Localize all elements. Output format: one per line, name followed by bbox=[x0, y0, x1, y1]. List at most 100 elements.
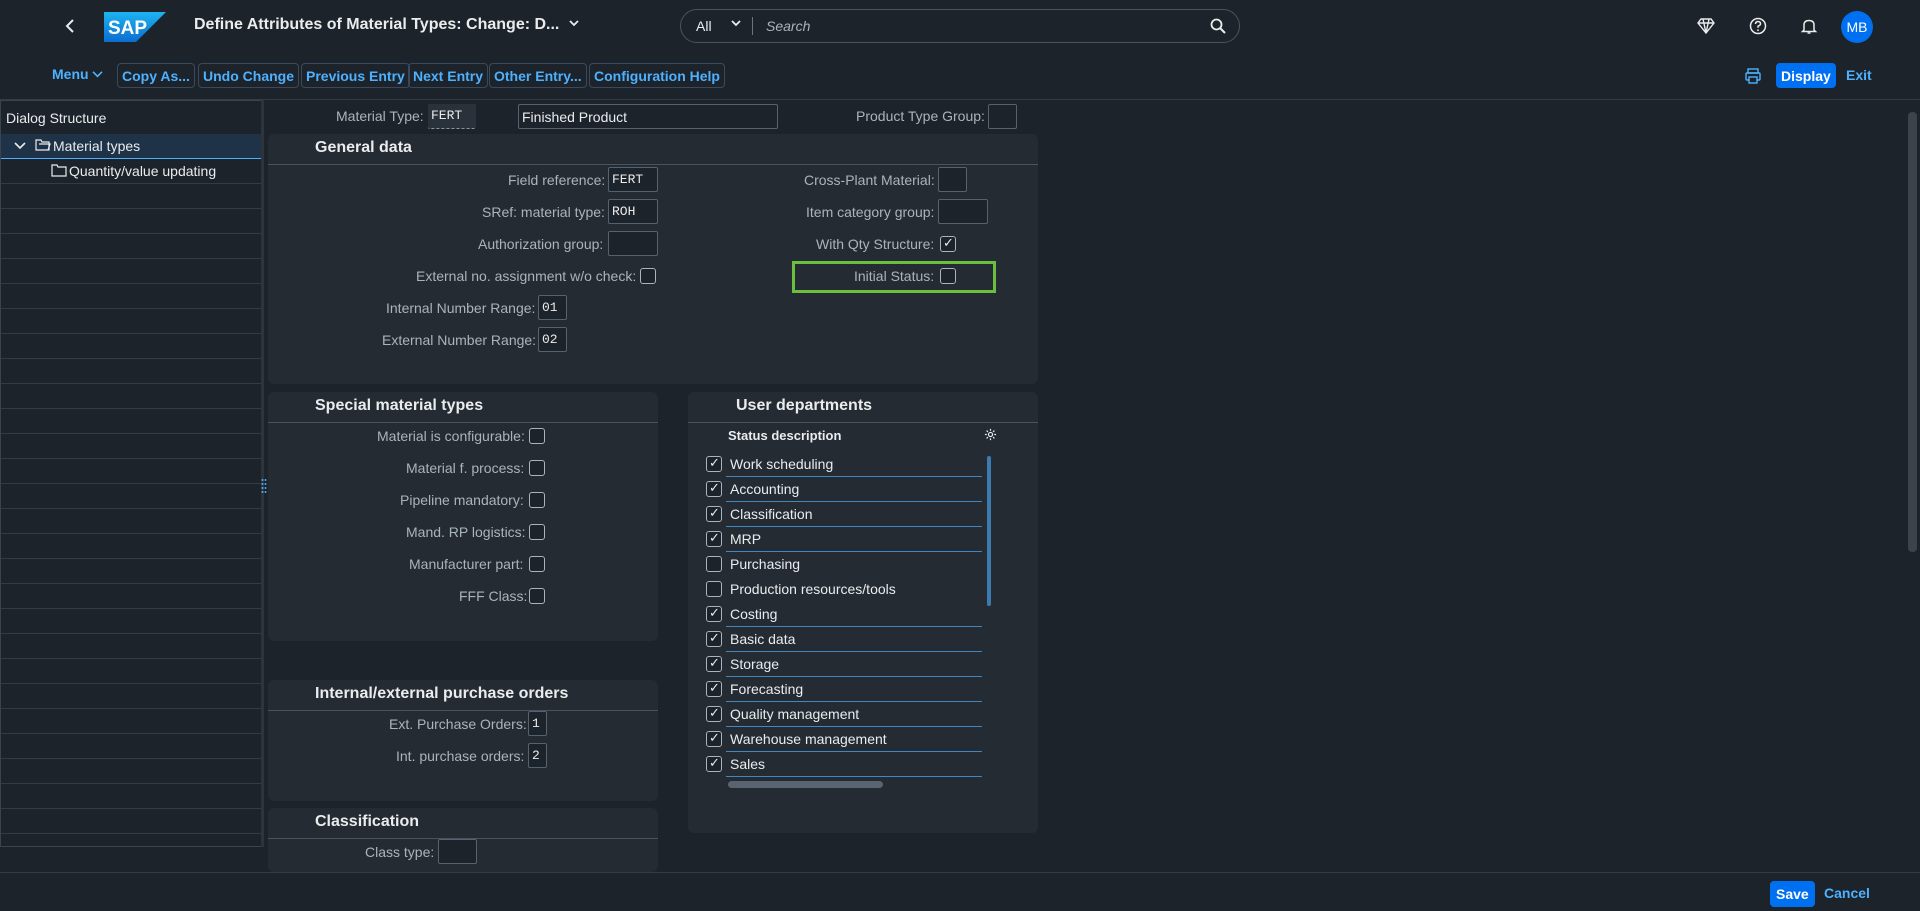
tree-empty-row bbox=[1, 284, 261, 309]
manufacturer-part-checkbox[interactable] bbox=[529, 556, 545, 572]
row-label: Basic data bbox=[730, 631, 796, 647]
internal-number-range-field[interactable]: 01 bbox=[538, 295, 567, 320]
table-row[interactable]: Forecasting bbox=[698, 677, 988, 702]
tree-item-material-types[interactable]: Material types bbox=[1, 134, 261, 159]
bell-icon[interactable] bbox=[1798, 15, 1820, 37]
table-row[interactable]: MRP bbox=[698, 527, 988, 552]
chevron-down-icon[interactable] bbox=[13, 139, 27, 155]
table-horizontal-scrollbar[interactable] bbox=[728, 781, 883, 788]
material-f-process-checkbox[interactable] bbox=[529, 460, 545, 476]
row-label: Forecasting bbox=[730, 681, 804, 697]
search-scope[interactable]: All bbox=[696, 18, 712, 34]
copy-as-button[interactable]: Copy As... bbox=[117, 63, 195, 88]
table-row[interactable]: Purchasing bbox=[698, 552, 988, 577]
chevron-down-icon[interactable] bbox=[730, 17, 742, 32]
other-entry-button[interactable]: Other Entry... bbox=[489, 63, 587, 88]
material-type-description-field[interactable]: Finished Product bbox=[518, 104, 778, 129]
print-icon[interactable] bbox=[1744, 67, 1762, 85]
diamond-icon[interactable] bbox=[1695, 15, 1717, 37]
cross-plant-material-field[interactable] bbox=[938, 167, 967, 192]
search-field[interactable]: All Search bbox=[680, 9, 1240, 43]
table-row[interactable]: Quality management bbox=[698, 702, 988, 727]
row-checkbox[interactable] bbox=[706, 581, 722, 597]
external-no-assignment-checkbox[interactable] bbox=[640, 268, 656, 284]
manufacturer-part-label: Manufacturer part: bbox=[409, 556, 524, 572]
row-checkbox[interactable] bbox=[706, 605, 722, 622]
external-number-range-label: External Number Range: bbox=[382, 332, 537, 348]
table-row[interactable]: Sales bbox=[698, 752, 988, 777]
row-checkbox[interactable] bbox=[706, 755, 722, 772]
search-input[interactable]: Search bbox=[766, 18, 810, 34]
panel-title: User departments bbox=[736, 397, 873, 414]
next-entry-button[interactable]: Next Entry bbox=[408, 63, 489, 88]
app-title[interactable]: Define Attributes of Material Types: Cha… bbox=[194, 16, 559, 34]
row-checkbox[interactable] bbox=[706, 680, 722, 697]
row-checkbox[interactable] bbox=[706, 630, 722, 647]
row-label: MRP bbox=[730, 531, 762, 547]
fff-class-checkbox[interactable] bbox=[529, 588, 545, 604]
row-checkbox[interactable] bbox=[706, 556, 722, 572]
tree-item-label: Material types bbox=[53, 138, 141, 154]
row-checkbox[interactable] bbox=[706, 655, 722, 672]
row-checkbox[interactable] bbox=[706, 505, 722, 522]
save-button[interactable]: Save bbox=[1770, 881, 1815, 907]
with-qty-structure-checkbox[interactable] bbox=[940, 235, 956, 252]
table-vertical-scrollbar[interactable] bbox=[987, 456, 991, 606]
tree-item-quantity-value-updating[interactable]: Quantity/value updating bbox=[1, 159, 261, 184]
exit-button[interactable]: Exit bbox=[1846, 67, 1872, 83]
settings-icon[interactable] bbox=[984, 428, 997, 444]
row-checkbox[interactable] bbox=[706, 455, 722, 472]
material-configurable-checkbox[interactable] bbox=[529, 428, 545, 444]
help-icon[interactable] bbox=[1747, 15, 1769, 37]
table-row[interactable]: Accounting bbox=[698, 477, 988, 502]
row-checkbox[interactable] bbox=[706, 480, 722, 497]
external-no-assignment-label: External no. assignment w/o check: bbox=[416, 268, 637, 284]
table-row[interactable]: Costing bbox=[698, 602, 988, 627]
avatar[interactable]: MB bbox=[1841, 11, 1873, 43]
row-checkbox[interactable] bbox=[706, 530, 722, 547]
configuration-help-button[interactable]: Configuration Help bbox=[589, 63, 725, 88]
table-row[interactable]: Production resources/tools bbox=[698, 577, 988, 602]
tree-empty-row bbox=[1, 759, 261, 784]
panel-title: General data bbox=[315, 139, 412, 156]
external-number-range-field[interactable]: 02 bbox=[538, 327, 567, 352]
product-type-group-label: Product Type Group: bbox=[856, 108, 985, 124]
folder-open-icon bbox=[35, 138, 51, 155]
back-icon[interactable] bbox=[58, 14, 82, 38]
menu-button[interactable]: Menu bbox=[52, 66, 104, 82]
sref-material-type-field[interactable]: ROH bbox=[608, 199, 658, 224]
page-scrollbar-thumb[interactable] bbox=[1908, 112, 1917, 552]
class-type-field[interactable] bbox=[438, 839, 477, 864]
mand-rp-logistics-checkbox[interactable] bbox=[529, 524, 545, 540]
user-departments-table: Status description Work scheduling Accou… bbox=[698, 422, 998, 794]
previous-entry-button[interactable]: Previous Entry bbox=[301, 63, 410, 88]
field-reference-field[interactable]: FERT bbox=[608, 167, 658, 192]
sap-logo[interactable]: SAP bbox=[104, 12, 166, 42]
pipeline-mandatory-checkbox[interactable] bbox=[529, 492, 545, 508]
item-category-group-field[interactable] bbox=[938, 199, 988, 224]
table-row[interactable]: Basic data bbox=[698, 627, 988, 652]
table-row[interactable]: Classification bbox=[698, 502, 988, 527]
column-header-status-description[interactable]: Status description bbox=[728, 428, 841, 443]
product-type-group-field[interactable] bbox=[988, 104, 1017, 129]
table-row[interactable]: Work scheduling bbox=[698, 452, 988, 477]
table-row[interactable]: Storage bbox=[698, 652, 988, 677]
undo-change-button[interactable]: Undo Change bbox=[198, 63, 299, 88]
grip-icon[interactable] bbox=[261, 478, 267, 494]
tree-empty-row bbox=[1, 434, 261, 459]
tree-empty-row bbox=[1, 784, 261, 809]
cancel-button[interactable]: Cancel bbox=[1824, 885, 1870, 901]
row-checkbox[interactable] bbox=[706, 705, 722, 722]
panel-splitter[interactable] bbox=[261, 100, 264, 847]
tree-empty-row bbox=[1, 659, 261, 684]
display-button[interactable]: Display bbox=[1776, 63, 1836, 88]
search-icon[interactable] bbox=[1209, 17, 1227, 35]
chevron-down-icon[interactable] bbox=[568, 16, 580, 32]
row-checkbox[interactable] bbox=[706, 730, 722, 747]
authorization-group-field[interactable] bbox=[608, 231, 658, 256]
int-purchase-orders-field[interactable]: 2 bbox=[528, 743, 547, 768]
row-label: Warehouse management bbox=[730, 731, 887, 747]
table-row[interactable]: Warehouse management bbox=[698, 727, 988, 752]
ext-purchase-orders-field[interactable]: 1 bbox=[528, 711, 547, 736]
material-type-field[interactable]: FERT bbox=[428, 104, 476, 129]
